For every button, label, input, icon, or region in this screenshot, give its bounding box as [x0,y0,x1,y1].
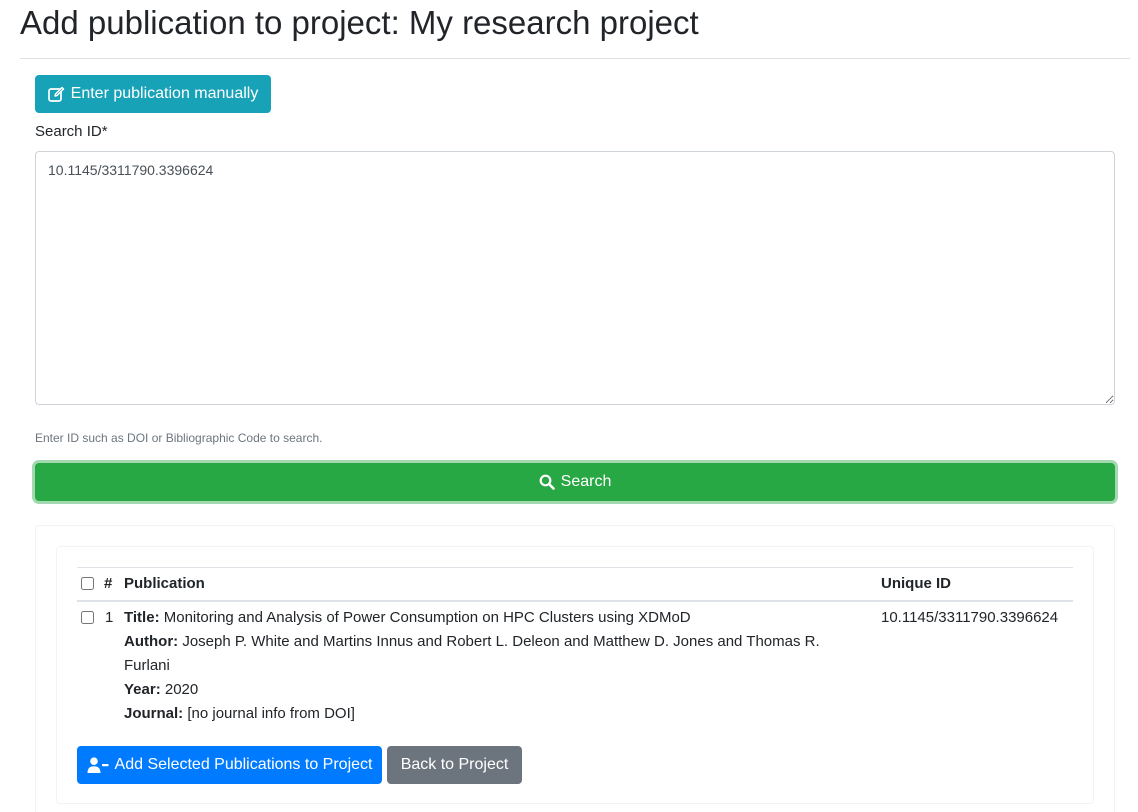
publication-year-line: Year: 2020 [124,681,198,698]
publication-author-continued: Furlani [124,657,170,674]
row-select-checkbox[interactable] [81,611,94,624]
table-top-border [77,567,1073,568]
publication-unique-id: 10.1145/3311790.3396624 [881,609,1059,626]
add-selected-publications-button[interactable]: Add Selected Publications to Project [77,746,382,784]
publication-journal-line: Journal: [no journal info from DOI] [124,705,355,722]
search-id-textarea[interactable]: 10.1145/3311790.3396624 [35,151,1115,405]
search-button-label: Search [560,473,612,490]
back-to-project-button[interactable]: Back to Project [387,746,522,784]
publication-year: 2020 [164,681,199,698]
search-help-text: Enter ID such as DOI or Bibliographic Co… [35,431,323,445]
enter-manually-button[interactable]: Enter publication manually [35,75,271,113]
publication-journal: [no journal info from DOI] [187,705,355,722]
select-all-checkbox[interactable] [81,577,94,590]
header-publication: Publication [124,575,205,592]
search-icon [539,474,555,490]
title-divider [20,58,1130,59]
publication-author-line: Author: Joseph P. White and Martins Innu… [124,633,820,650]
page-title: Add publication to project: My research … [20,4,699,41]
publication-author: Joseph P. White and Martins Innus and Ro… [182,633,820,650]
header-number: # [104,575,113,592]
title-label: Title: [124,609,160,626]
edit-icon [47,86,65,102]
row-number: 1 [105,609,114,626]
publication-title-line: Title: Monitoring and Analysis of Power … [124,609,691,626]
author-label: Author: [124,633,179,650]
enter-manually-label: Enter publication manually [70,85,259,102]
user-minus-icon [87,757,109,773]
back-to-project-label: Back to Project [400,756,509,773]
search-button[interactable]: Search [35,463,1115,501]
table-header-border [77,600,1073,602]
journal-label: Journal: [124,705,184,722]
add-selected-label: Add Selected Publications to Project [114,756,373,773]
search-id-label: Search ID* [35,123,108,140]
header-unique-id: Unique ID [881,575,951,592]
publication-title: Monitoring and Analysis of Power Consump… [163,609,691,626]
year-label: Year: [124,681,161,698]
